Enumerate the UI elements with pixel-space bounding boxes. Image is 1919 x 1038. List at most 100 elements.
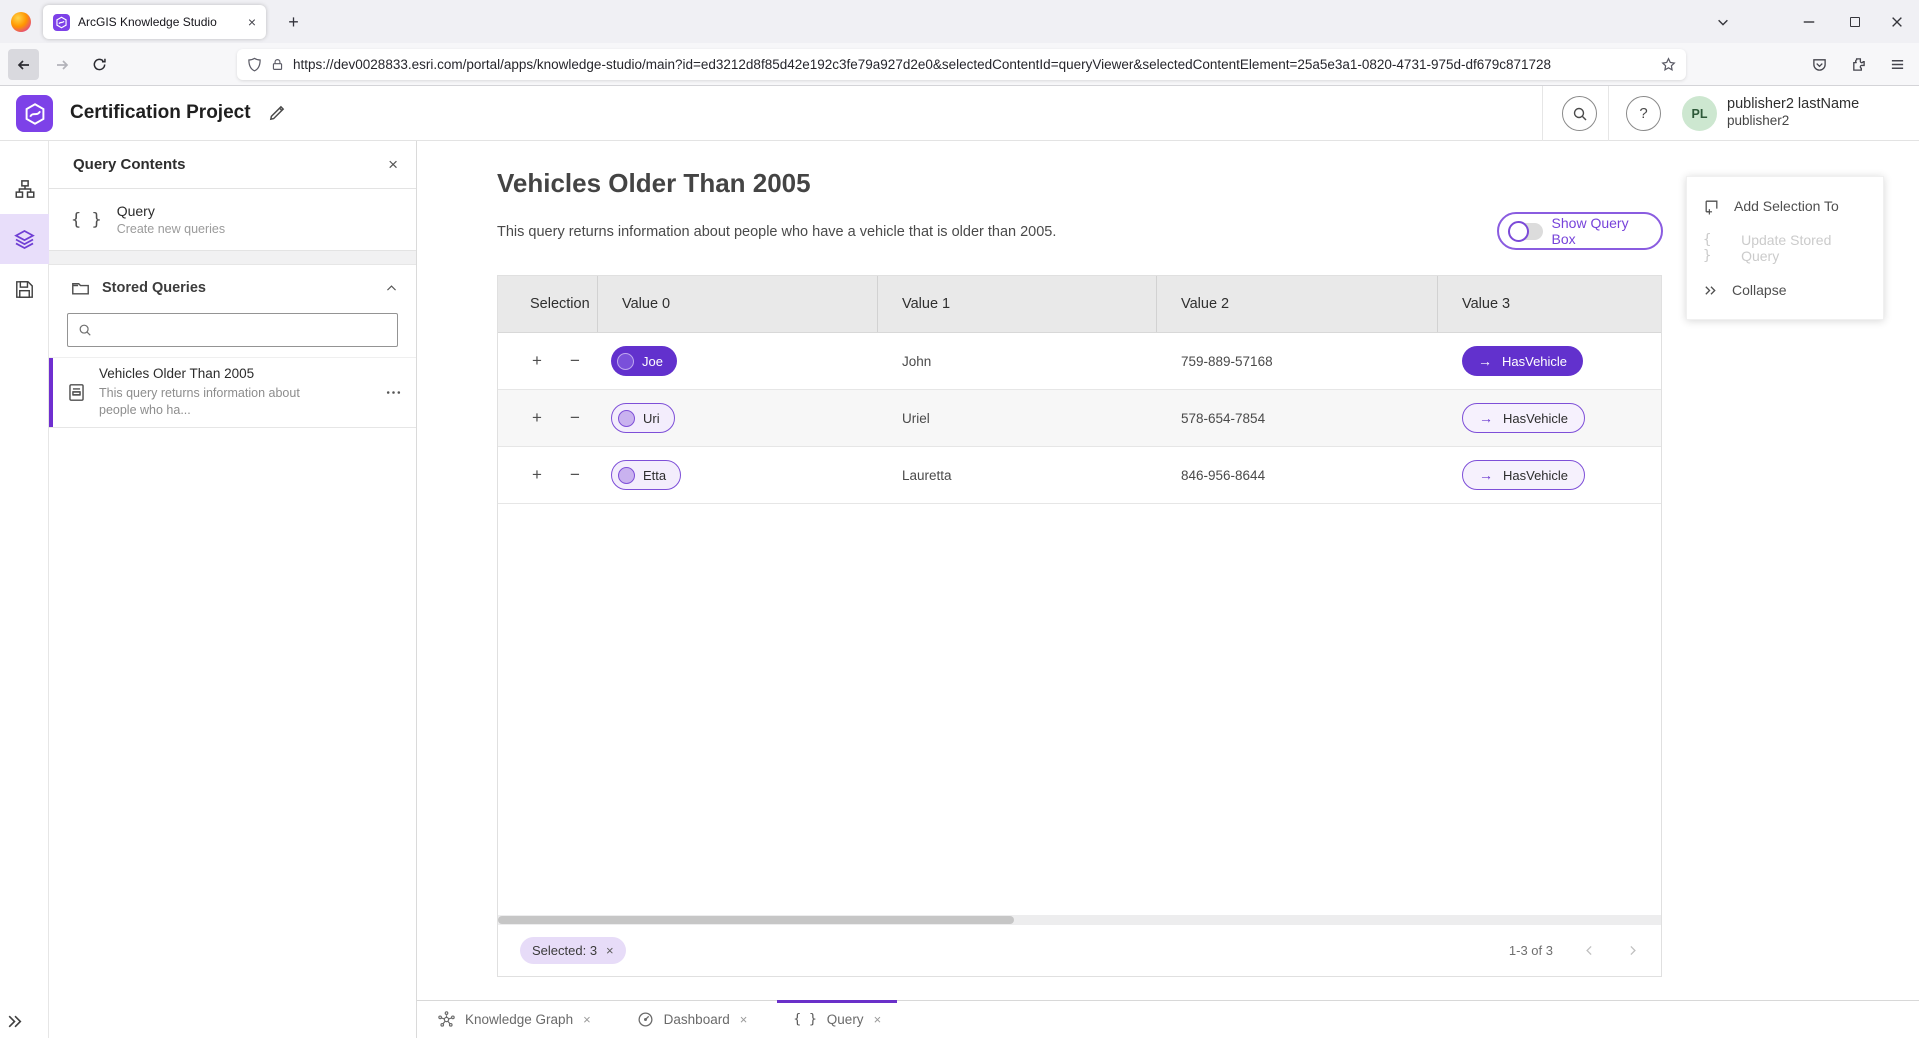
stored-queries-header[interactable]: Stored Queries bbox=[49, 265, 416, 311]
selected-count-label: Selected: 3 bbox=[532, 943, 597, 958]
next-page-icon[interactable] bbox=[1626, 944, 1639, 957]
stored-query-title: Vehicles Older Than 2005 bbox=[99, 366, 307, 381]
help-button[interactable]: ? bbox=[1626, 96, 1661, 131]
pocket-icon[interactable] bbox=[1804, 49, 1835, 80]
stored-queries-title: Stored Queries bbox=[102, 280, 373, 296]
url-text[interactable]: https://dev0028833.esri.com/portal/apps/… bbox=[293, 57, 1652, 72]
pagination-range: 1-3 of 3 bbox=[1509, 943, 1553, 958]
item-options-icon[interactable] bbox=[385, 384, 402, 401]
browser-tab[interactable]: ArcGIS Knowledge Studio × bbox=[43, 5, 266, 39]
show-query-box-toggle[interactable]: Show Query Box bbox=[1497, 212, 1663, 250]
stored-queries-search[interactable] bbox=[67, 313, 398, 347]
selected-indicator bbox=[49, 358, 53, 427]
bookmark-star-icon[interactable] bbox=[1661, 57, 1676, 72]
new-query-subtitle: Create new queries bbox=[117, 222, 225, 236]
app-window: ArcGIS Knowledge Studio × + bbox=[0, 0, 1919, 1038]
entity-pill[interactable]: Etta bbox=[611, 460, 681, 490]
tab-query[interactable]: { } Query × bbox=[777, 1001, 897, 1038]
firefox-logo-icon[interactable] bbox=[11, 12, 31, 32]
menu-hamburger-icon[interactable] bbox=[1882, 49, 1913, 80]
search-button[interactable] bbox=[1562, 96, 1597, 131]
chevron-up-icon[interactable] bbox=[385, 282, 398, 295]
panel-header: Query Contents × bbox=[49, 141, 416, 189]
tab-close-icon[interactable]: × bbox=[874, 1012, 882, 1027]
menu-item-collapse[interactable]: Collapse bbox=[1687, 269, 1883, 311]
previous-page-icon[interactable] bbox=[1583, 944, 1596, 957]
table-footer: Selected: 3 × 1-3 of 3 bbox=[498, 925, 1661, 976]
tracking-shield-icon[interactable] bbox=[247, 57, 262, 72]
view-toolbar bbox=[417, 141, 496, 1038]
extensions-puzzle-icon[interactable] bbox=[1843, 49, 1874, 80]
table-header-row: Selection Value 0 Value 1 Value 2 Value … bbox=[498, 276, 1661, 333]
clear-selection-icon[interactable]: × bbox=[606, 943, 614, 958]
stored-query-file-icon bbox=[67, 383, 86, 402]
new-tab-button[interactable]: + bbox=[280, 9, 307, 36]
browser-toolbar: https://dev0028833.esri.com/portal/apps/… bbox=[0, 43, 1919, 86]
results-table: Selection Value 0 Value 1 Value 2 Value … bbox=[497, 275, 1662, 977]
header-divider bbox=[1608, 86, 1609, 141]
panel-close-icon[interactable]: × bbox=[388, 155, 398, 175]
table-row[interactable]: +− Uri Uriel 578-654-7854 →HasVehicle bbox=[498, 390, 1661, 447]
forward-button[interactable] bbox=[46, 49, 77, 80]
avatar[interactable]: PL bbox=[1682, 96, 1717, 131]
column-header-value3: Value 3 bbox=[1438, 276, 1661, 332]
entity-pill[interactable]: Joe bbox=[611, 346, 677, 376]
column-header-value1: Value 1 bbox=[878, 276, 1157, 332]
braces-icon: { } bbox=[793, 1012, 816, 1027]
toggle-knob[interactable] bbox=[1508, 221, 1529, 242]
list-tabs-icon[interactable] bbox=[1700, 0, 1745, 43]
stored-query-item[interactable]: Vehicles Older Than 2005 This query retu… bbox=[49, 357, 416, 428]
cell-value1: Lauretta bbox=[878, 447, 1157, 503]
remove-from-selection-button[interactable]: − bbox=[566, 351, 584, 371]
selected-count-chip[interactable]: Selected: 3 × bbox=[520, 937, 626, 964]
add-to-selection-button[interactable]: + bbox=[528, 351, 546, 371]
relationship-pill[interactable]: →HasVehicle bbox=[1462, 403, 1585, 433]
remove-from-selection-button[interactable]: − bbox=[566, 465, 584, 485]
window-close-button[interactable] bbox=[1874, 0, 1919, 43]
stored-query-description: This query returns information about peo… bbox=[99, 385, 307, 419]
entity-dot-icon bbox=[618, 410, 635, 427]
cell-value2: 846-956-8644 bbox=[1157, 447, 1438, 503]
menu-item-add-selection-to[interactable]: Add Selection To bbox=[1687, 185, 1883, 227]
add-to-selection-button[interactable]: + bbox=[528, 465, 546, 485]
entity-pill[interactable]: Uri bbox=[611, 403, 675, 433]
knowledge-studio-logo-icon bbox=[16, 95, 53, 132]
save-icon[interactable] bbox=[0, 264, 49, 314]
window-minimize-button[interactable] bbox=[1786, 0, 1831, 43]
tab-close-icon[interactable]: × bbox=[248, 14, 256, 30]
expand-rail-icon[interactable] bbox=[6, 1013, 23, 1030]
user-login: publisher2 bbox=[1727, 113, 1859, 130]
remove-from-selection-button[interactable]: − bbox=[566, 408, 584, 428]
lock-icon[interactable] bbox=[271, 58, 284, 71]
panel-title: Query Contents bbox=[73, 156, 388, 173]
user-info[interactable]: publisher2 lastName publisher2 bbox=[1727, 95, 1859, 130]
new-query-title: Query bbox=[117, 203, 225, 219]
relationship-pill[interactable]: →HasVehicle bbox=[1462, 346, 1583, 376]
url-bar[interactable]: https://dev0028833.esri.com/portal/apps/… bbox=[237, 49, 1686, 80]
contents-layers-icon[interactable] bbox=[0, 214, 49, 264]
data-model-icon[interactable] bbox=[0, 164, 49, 214]
back-button[interactable] bbox=[8, 49, 39, 80]
reload-button[interactable] bbox=[84, 49, 115, 80]
add-to-selection-button[interactable]: + bbox=[528, 408, 546, 428]
panel-spacer bbox=[49, 251, 416, 265]
new-query-item[interactable]: { } Query Create new queries bbox=[49, 189, 416, 251]
tab-close-icon[interactable]: × bbox=[740, 1012, 748, 1027]
toggle-track[interactable] bbox=[1511, 223, 1543, 240]
tab-close-icon[interactable]: × bbox=[583, 1012, 591, 1027]
table-row[interactable]: +− Joe John 759-889-57168 →HasVehicle bbox=[498, 333, 1661, 390]
relationship-pill[interactable]: →HasVehicle bbox=[1462, 460, 1585, 490]
column-header-value0: Value 0 bbox=[598, 276, 878, 332]
edit-title-icon[interactable] bbox=[268, 104, 286, 122]
table-row[interactable]: +− Etta Lauretta 846-956-8644 →HasVehicl… bbox=[498, 447, 1661, 504]
horizontal-scrollbar[interactable] bbox=[498, 915, 1661, 925]
window-maximize-button[interactable] bbox=[1832, 0, 1877, 43]
folder-icon bbox=[71, 279, 90, 298]
add-selection-icon bbox=[1703, 198, 1720, 215]
braces-icon: { } bbox=[71, 210, 102, 230]
selection-context-menu: Add Selection To { } Update Stored Query… bbox=[1686, 176, 1884, 320]
tab-knowledge-graph[interactable]: Knowledge Graph × bbox=[422, 1001, 607, 1038]
scrollbar-thumb[interactable] bbox=[498, 916, 1014, 924]
tab-dashboard[interactable]: Dashboard × bbox=[621, 1001, 764, 1038]
search-input[interactable] bbox=[100, 323, 387, 338]
